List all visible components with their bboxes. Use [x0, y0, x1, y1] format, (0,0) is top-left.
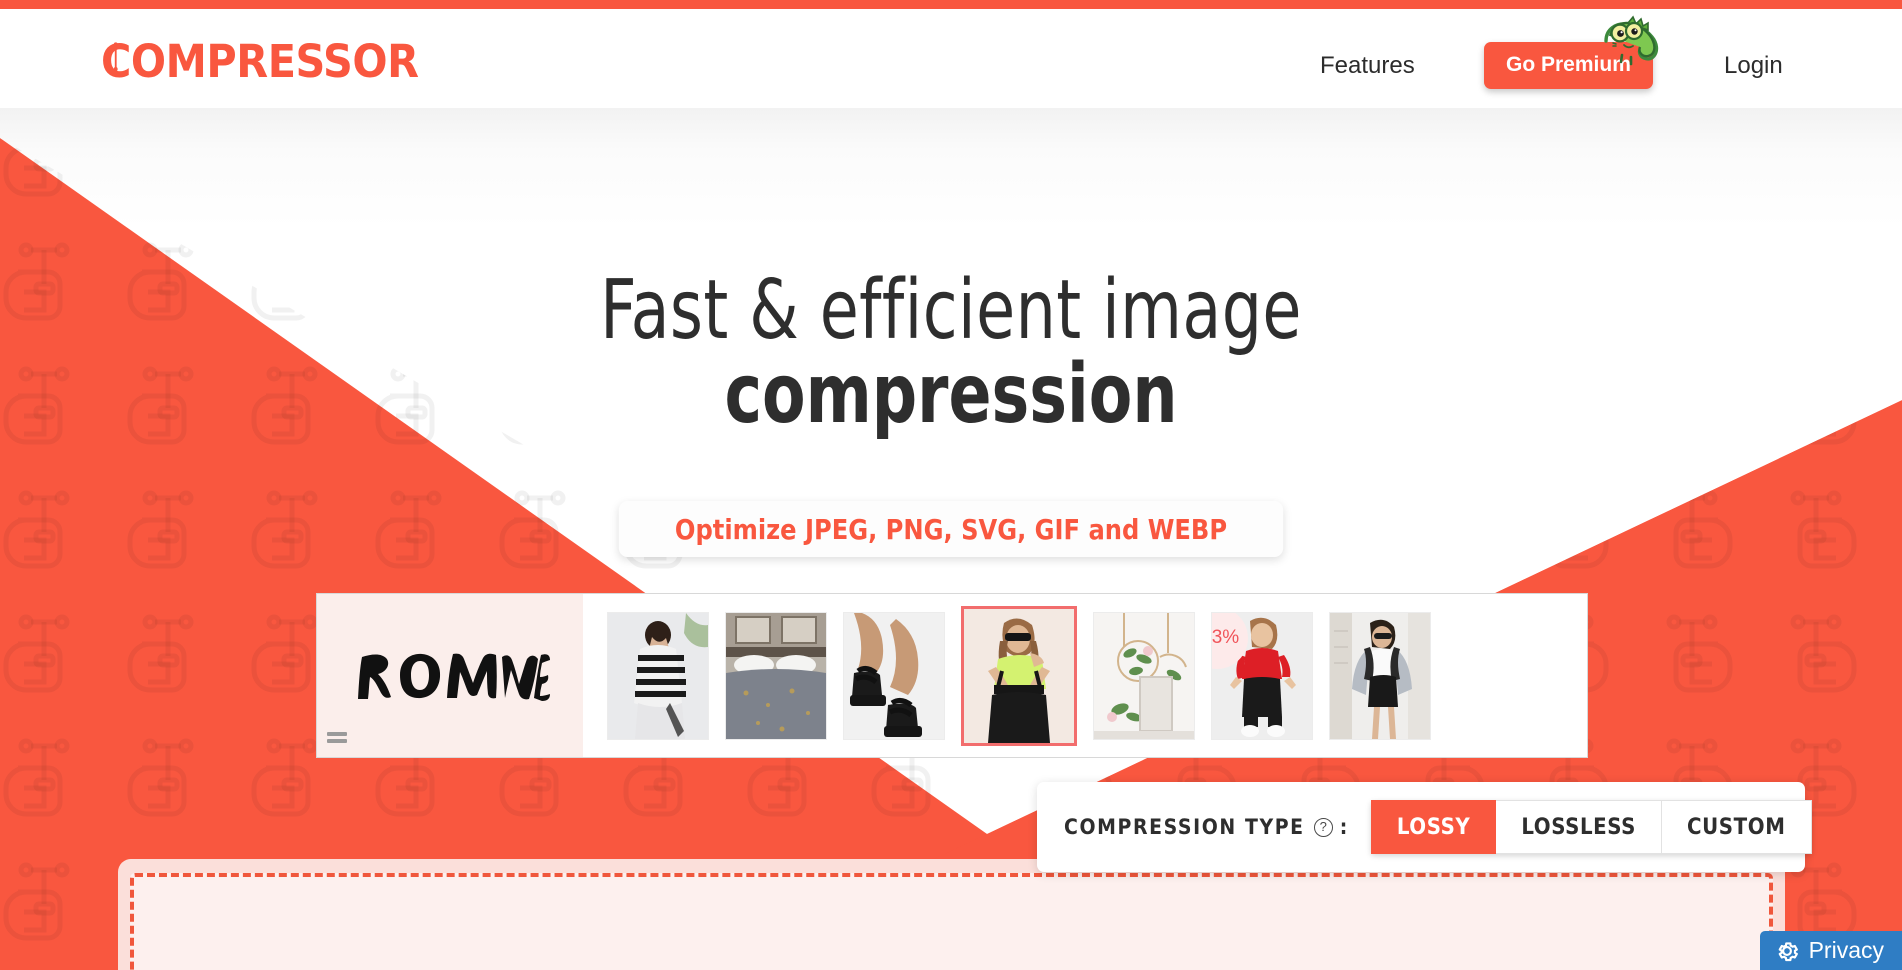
- compression-type-colon: :: [1339, 815, 1349, 839]
- nav-link-features[interactable]: Features: [1320, 52, 1415, 80]
- thumbnail-item[interactable]: [843, 611, 945, 740]
- compression-option-custom[interactable]: CUSTOM: [1662, 800, 1812, 854]
- top-accent-bar: [0, 0, 1902, 9]
- thumbnail-item-selected[interactable]: [961, 605, 1077, 746]
- site-logo[interactable]: COMPRESSOR: [101, 35, 419, 88]
- logo-clamp-c: C: [101, 35, 131, 88]
- thumbnail-image: [1330, 612, 1430, 739]
- question-mark-icon[interactable]: ?: [1313, 817, 1333, 837]
- compression-option-lossy[interactable]: LOSSY: [1370, 800, 1497, 854]
- hero-title: Fast & efficient image compression: [0, 263, 1902, 442]
- page-root: COMPRESSOR Features Go Premium Login Fas…: [0, 0, 1902, 970]
- privacy-badge[interactable]: Privacy: [1759, 931, 1902, 970]
- nav-link-login[interactable]: Login: [1724, 52, 1783, 80]
- compression-option-lossless[interactable]: LOSSLESS: [1496, 800, 1663, 854]
- thumbnail-image: [844, 612, 944, 739]
- thumbnail-image: [726, 612, 826, 739]
- hero-title-line1: Fast & efficient image: [600, 263, 1302, 358]
- go-premium-button[interactable]: Go Premium: [1484, 42, 1653, 89]
- thumbnail-item[interactable]: [725, 611, 827, 740]
- gear-icon: [1778, 941, 1798, 961]
- logo-text-rest: OMPRESSOR: [130, 35, 419, 88]
- drag-handle-icon[interactable]: [327, 732, 347, 745]
- thumbnail-image: [964, 608, 1074, 743]
- hero-title-line2: compression: [724, 346, 1178, 442]
- thumbnail-image: [1094, 612, 1194, 739]
- image-thumbnail-strip[interactable]: -13%: [316, 593, 1588, 758]
- thumbnail-item[interactable]: -13%: [1211, 611, 1313, 740]
- thumbnail-item[interactable]: [1329, 611, 1431, 740]
- supported-formats-pill: Optimize JPEG, PNG, SVG, GIF and WEBP: [618, 501, 1284, 557]
- romwe-logo-thumbnail[interactable]: [317, 594, 583, 757]
- thumbnail-image: [608, 612, 708, 739]
- compression-type-panel: COMPRESSION TYPE ? : LOSSY LOSSLESS CUST…: [1037, 782, 1812, 872]
- thumbnail-item[interactable]: [1093, 611, 1195, 740]
- romwe-wordmark-icon: [358, 653, 550, 701]
- thumbnail-item[interactable]: [607, 611, 709, 740]
- clamp-screw-icon: [114, 42, 118, 72]
- site-header: COMPRESSOR Features Go Premium Login: [0, 9, 1902, 108]
- compression-type-segmented-control[interactable]: LOSSY LOSSLESS CUSTOM: [1370, 800, 1812, 854]
- compression-type-label: COMPRESSION TYPE ? :: [1064, 815, 1349, 839]
- dropzone-dashed-area[interactable]: [130, 873, 1773, 970]
- privacy-label: Privacy: [1808, 937, 1884, 963]
- compression-type-label-text: COMPRESSION TYPE: [1064, 815, 1305, 839]
